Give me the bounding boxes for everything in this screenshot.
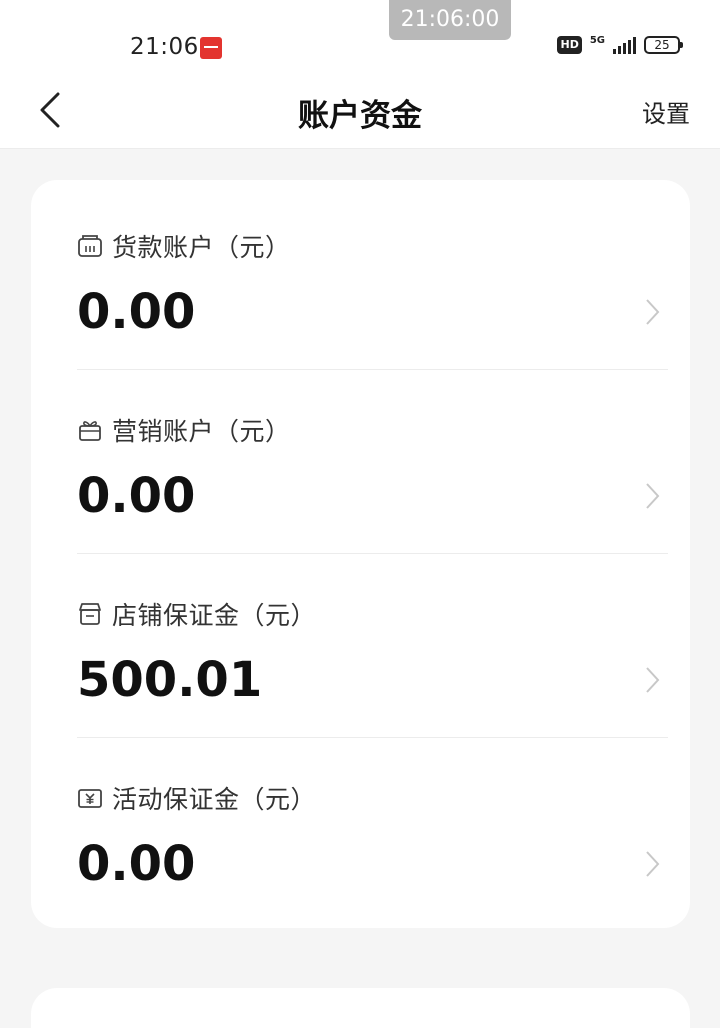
account-balance: 0.00 [77, 468, 196, 524]
screen-recording-time: 21:06:00 [389, 0, 511, 40]
nav-header: 账户资金 设置 [0, 72, 720, 149]
battery-icon: 25 [644, 36, 683, 54]
chevron-right-icon [646, 667, 660, 693]
account-row-store-deposit[interactable]: 店铺保证金（元） 500.01 [77, 554, 668, 738]
app-notification-icon [200, 37, 222, 59]
account-balance: 0.00 [77, 284, 196, 340]
account-row-header: 活动保证金（元） [77, 780, 316, 816]
chevron-right-icon [646, 483, 660, 509]
account-row-payment[interactable]: 货款账户（元） 0.00 [77, 186, 668, 370]
next-card [31, 988, 690, 1028]
gift-icon [79, 421, 101, 441]
chevron-right-icon [646, 299, 660, 325]
account-label: 货款账户（元） [112, 233, 291, 262]
account-row-marketing[interactable]: 营销账户（元） 0.00 [77, 370, 668, 554]
account-funds-card: 货款账户（元） 0.00 营销账户（元） 0.00 店铺保证金（元） 500.0… [31, 180, 690, 928]
wallet-icon [78, 235, 102, 257]
settings-button[interactable]: 设置 [642, 94, 690, 129]
account-row-header: 营销账户（元） [77, 412, 291, 448]
store-icon [79, 603, 101, 625]
chevron-right-icon [646, 851, 660, 877]
account-label: 店铺保证金（元） [112, 601, 317, 630]
account-balance: 0.00 [77, 836, 196, 892]
status-indicators: HD 5G 25 [557, 35, 683, 54]
network-type: 5G [589, 35, 605, 46]
signal-icon [613, 36, 636, 54]
account-row-header: 货款账户（元） [77, 228, 291, 264]
yuan-ticket-icon [78, 789, 102, 808]
account-row-activity-deposit[interactable]: 活动保证金（元） 0.00 [77, 738, 668, 922]
account-balance: 500.01 [77, 652, 263, 708]
hd-icon: HD [557, 36, 582, 54]
status-time: 21:06 [130, 34, 199, 60]
status-bar: 21:06 21:06:00 HD 5G 25 [0, 0, 720, 72]
account-label: 营销账户（元） [112, 417, 291, 446]
account-row-header: 店铺保证金（元） [77, 596, 316, 632]
account-label: 活动保证金（元） [112, 785, 317, 814]
page-title: 账户资金 [298, 98, 422, 134]
